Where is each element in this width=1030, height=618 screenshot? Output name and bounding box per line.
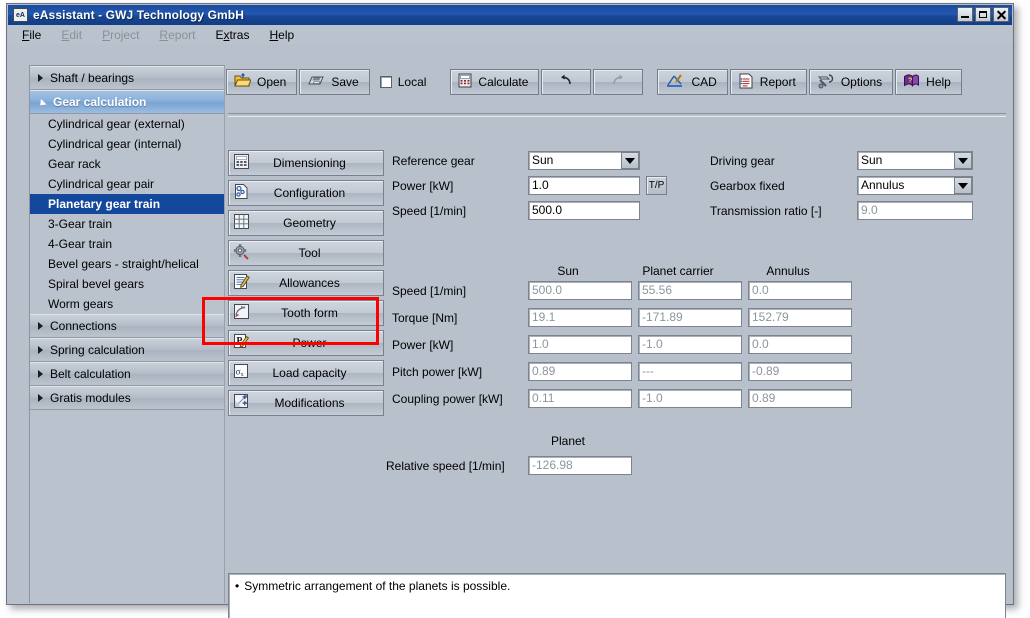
- sidebar-group-label: Shaft / bearings: [50, 66, 134, 90]
- maximize-button[interactable]: [975, 7, 991, 22]
- cell-speed-sun: 500.0: [528, 281, 632, 300]
- sidebar-item-bevel-gears[interactable]: Bevel gears - straight/helical: [30, 254, 224, 274]
- menu-file[interactable]: File: [22, 28, 41, 42]
- menu-bar: File Edit Project Report Extras Help: [8, 25, 1012, 44]
- sidebar-group-gratis-modules[interactable]: Gratis modules: [30, 386, 224, 410]
- menu-report[interactable]: Report: [159, 28, 195, 42]
- sidebar-item-cylindrical-gear-internal[interactable]: Cylindrical gear (internal): [30, 134, 224, 154]
- sidebar-group-label: Gear calculation: [53, 90, 146, 114]
- sidebar-group-belt-calculation[interactable]: Belt calculation: [30, 362, 224, 386]
- row-label-torque: Torque [Nm]: [392, 311, 457, 325]
- column-header-planet: Planet: [513, 434, 623, 448]
- title-bar: eA eAssistant - GWJ Technology GmbH: [8, 5, 1012, 25]
- sidebar-item-planetary-gear-train[interactable]: Planetary gear train: [30, 194, 224, 214]
- transmission-ratio-label: Transmission ratio [-]: [710, 204, 822, 218]
- window-controls: [957, 7, 1009, 22]
- chevron-down-icon[interactable]: [954, 152, 972, 169]
- cell-torque-annulus: 152.79: [748, 308, 852, 327]
- cell-pitch-power-planet-carrier: ---: [638, 362, 742, 381]
- cell-pitch-power-sun: 0.89: [528, 362, 632, 381]
- menu-help[interactable]: Help: [269, 28, 294, 42]
- sidebar-group-label: Gratis modules: [50, 386, 131, 410]
- window-title: eAssistant - GWJ Technology GmbH: [33, 8, 244, 22]
- chevron-right-icon: [38, 346, 43, 354]
- app-icon: eA: [13, 8, 28, 22]
- close-button[interactable]: [993, 7, 1009, 22]
- chevron-down-icon[interactable]: [954, 177, 972, 194]
- gearbox-fixed-select[interactable]: Annulus: [857, 176, 973, 195]
- cell-speed-planet-carrier: 55.56: [638, 281, 742, 300]
- sidebar-group-shaft-bearings[interactable]: Shaft / bearings: [30, 66, 224, 90]
- driving-gear-select[interactable]: Sun: [857, 151, 973, 170]
- reference-gear-select[interactable]: Sun: [528, 151, 640, 170]
- sidebar-group-gear-calculation[interactable]: Gear calculation: [30, 90, 224, 114]
- row-label-coupling-power: Coupling power [kW]: [392, 392, 503, 406]
- transmission-ratio-value: 9.0: [857, 201, 973, 220]
- row-label-power: Power [kW]: [392, 338, 453, 352]
- cell-pitch-power-annulus: -0.89: [748, 362, 852, 381]
- menu-extras[interactable]: Extras: [215, 28, 249, 42]
- minimize-button[interactable]: [957, 7, 973, 22]
- chevron-right-icon: [38, 394, 43, 402]
- navigation-sidebar: Shaft / bearings Gear calculation Cylind…: [29, 65, 225, 603]
- app-screenshot: eA eAssistant - GWJ Technology GmbH File…: [0, 0, 1030, 618]
- reference-gear-label: Reference gear: [392, 154, 475, 168]
- column-header-annulus: Annulus: [733, 264, 843, 278]
- column-header-planet-carrier: Planet carrier: [623, 264, 733, 278]
- chevron-right-icon: [38, 370, 43, 378]
- sidebar-group-label: Spring calculation: [50, 338, 145, 362]
- sidebar-item-cylindrical-gear-external[interactable]: Cylindrical gear (external): [30, 114, 224, 134]
- sidebar-item-3-gear-train[interactable]: 3-Gear train: [30, 214, 224, 234]
- cell-power-planet-carrier: -1.0: [638, 335, 742, 354]
- cell-speed-annulus: 0.0: [748, 281, 852, 300]
- cell-coupling-power-annulus: 0.89: [748, 389, 852, 408]
- sidebar-group-label: Belt calculation: [50, 362, 131, 386]
- power-form: Reference gear Sun Power [kW] 1.0 T/P Sp…: [225, 65, 1009, 603]
- gearbox-fixed-value: Annulus: [861, 177, 954, 194]
- chevron-right-icon: [38, 74, 43, 82]
- cell-power-sun: 1.0: [528, 335, 632, 354]
- cell-torque-planet-carrier: -171.89: [638, 308, 742, 327]
- cell-coupling-power-planet-carrier: -1.0: [638, 389, 742, 408]
- column-header-sun: Sun: [513, 264, 623, 278]
- sidebar-group-spring-calculation[interactable]: Spring calculation: [30, 338, 224, 362]
- main-pane: Open Save Local: [225, 65, 1009, 603]
- sidebar-item-4-gear-train[interactable]: 4-Gear train: [30, 234, 224, 254]
- sidebar-item-spiral-bevel-gears[interactable]: Spiral bevel gears: [30, 274, 224, 294]
- cell-power-annulus: 0.0: [748, 335, 852, 354]
- power-input[interactable]: 1.0: [528, 176, 640, 195]
- driving-gear-label: Driving gear: [710, 154, 775, 168]
- gearbox-fixed-label: Gearbox fixed: [710, 179, 785, 193]
- status-message-box: • Symmetric arrangement of the planets is…: [228, 573, 1006, 618]
- menu-project[interactable]: Project: [102, 28, 139, 42]
- reference-gear-value: Sun: [532, 152, 621, 169]
- status-message-text: Symmetric arrangement of the planets is …: [244, 579, 510, 593]
- row-label-speed: Speed [1/min]: [392, 284, 466, 298]
- chevron-down-icon: [37, 98, 46, 107]
- bullet-icon: •: [235, 579, 239, 593]
- sidebar-group-label: Connections: [50, 314, 117, 338]
- client-area: Shaft / bearings Gear calculation Cylind…: [9, 45, 1011, 603]
- chevron-down-icon[interactable]: [621, 152, 639, 169]
- cell-relative-speed-planet: -126.98: [528, 456, 632, 475]
- power-label: Power [kW]: [392, 179, 453, 193]
- sidebar-item-gear-rack[interactable]: Gear rack: [30, 154, 224, 174]
- sidebar-item-cylindrical-gear-pair[interactable]: Cylindrical gear pair: [30, 174, 224, 194]
- sidebar-group-connections[interactable]: Connections: [30, 314, 224, 338]
- speed-input[interactable]: 500.0: [528, 201, 640, 220]
- driving-gear-value: Sun: [861, 152, 954, 169]
- torque-power-toggle-button[interactable]: T/P: [646, 176, 667, 195]
- speed-label: Speed [1/min]: [392, 204, 466, 218]
- application-window: eA eAssistant - GWJ Technology GmbH File…: [6, 3, 1014, 605]
- cell-torque-sun: 19.1: [528, 308, 632, 327]
- chevron-right-icon: [38, 322, 43, 330]
- cell-coupling-power-sun: 0.11: [528, 389, 632, 408]
- row-label-relative-speed: Relative speed [1/min]: [386, 459, 505, 473]
- row-label-pitch-power: Pitch power [kW]: [392, 365, 482, 379]
- sidebar-item-worm-gears[interactable]: Worm gears: [30, 294, 224, 314]
- menu-edit[interactable]: Edit: [61, 28, 82, 42]
